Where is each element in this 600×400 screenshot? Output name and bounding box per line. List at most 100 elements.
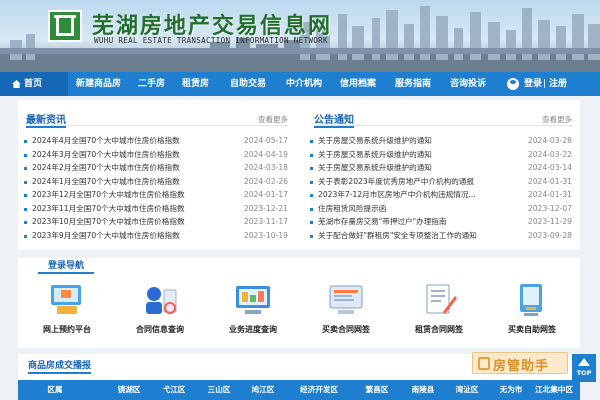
helper-icon [478, 357, 490, 370]
register-link[interactable]: 注册 [549, 72, 567, 96]
trade-column-header: 三山区 [207, 385, 231, 394]
trade-column-header: 鸠江区 [251, 385, 275, 394]
nav-item-service-guide[interactable]: 服务指南 [395, 72, 431, 96]
progress-query-icon [236, 286, 270, 314]
nav-item-agencies[interactable]: 中介机构 [286, 72, 322, 96]
news-row[interactable]: 2024年2月全国70个大中城市住房价格指数 2024-03-18 [24, 161, 288, 175]
news-title[interactable]: 2024年4月全国70个大中城市住房价格指数 [32, 134, 180, 148]
notice-date: 2023-11-29 [527, 217, 572, 226]
guide-item-contract-query[interactable]: 合同信息查询 [115, 280, 205, 344]
notice-title[interactable]: 关于房屋交易系统升级维护的通知 [318, 161, 432, 175]
login-link[interactable]: 登录 [524, 72, 542, 96]
news-title[interactable]: 2024年1月全国70个大中城市住房价格指数 [32, 175, 180, 189]
news-title[interactable]: 2023年12月全国70个大中城市住房价格指数 [32, 188, 185, 202]
login-guide: 登录导航 网上预约平台 合同信息查询 业务进度查询 买卖合同网签 租赁合同网签 … [18, 258, 580, 348]
notice-more-link[interactable]: 查看更多 [542, 114, 572, 125]
notice-section-header: 公告通知 查看更多 [314, 110, 572, 128]
arrow-up-icon [578, 358, 590, 366]
notice-title[interactable]: 2023年7-12月市区房地产中介机构违规情况... [318, 188, 476, 202]
nav-item-label: 首页 [24, 79, 43, 89]
notice-row[interactable]: 关于配合做好"群租房"安全专项整治工作的通知 2023-09-28 [310, 229, 572, 243]
site-logo[interactable] [48, 10, 82, 42]
notice-row[interactable]: 关于房屋交易系统升级维护的通知 2024-03-28 [310, 134, 572, 148]
notice-row[interactable]: 芜湖市存量房交易"带押过户"办理指南 2023-11-29 [310, 215, 572, 229]
notice-row[interactable]: 2023年7-12月市区房地产中介机构违规情况... 2024-01-31 [310, 188, 572, 202]
news-more-link[interactable]: 查看更多 [258, 114, 288, 125]
notice-title[interactable]: 关于房屋交易系统升级维护的通知 [318, 148, 432, 162]
news-date: 2024-05-17 [243, 136, 288, 145]
notice-date: 2024-03-28 [527, 136, 572, 145]
bullet-icon [24, 167, 27, 170]
notice-title[interactable]: 关于房屋交易系统升级维护的通知 [318, 134, 432, 148]
news-row[interactable]: 2023年10月全国70个大中城市住房价格指数 2023-11-17 [24, 215, 288, 229]
guide-label: 租赁合同网签 [415, 325, 463, 334]
header-banner: 芜湖房地产交易信息网 WUHU REAL ESTATE TRANSACTION … [0, 0, 600, 72]
guide-item-self-signing[interactable]: 买卖自助网签 [487, 280, 577, 344]
notice-title[interactable]: 住房租赁风险提示函 [318, 202, 386, 216]
guide-item-progress-query[interactable]: 业务进度查询 [208, 280, 298, 344]
bullet-icon [24, 140, 27, 143]
sale-signing-icon [329, 285, 363, 314]
notice-row[interactable]: 关于房屋交易系统升级维护的通知 2024-03-22 [310, 148, 572, 162]
nav-item-new-homes[interactable]: 新建商品房 [76, 72, 121, 96]
news-row[interactable]: 2023年12月全国70个大中城市住房价格指数 2024-01-17 [24, 188, 288, 202]
back-to-top-button[interactable]: TOP [572, 354, 596, 382]
notice-title[interactable]: 芜湖市存量房交易"带押过户"办理指南 [318, 215, 446, 229]
bullet-icon [310, 180, 313, 184]
nav-item-home[interactable]: 首页 [0, 72, 68, 96]
notice-row[interactable]: 关于表彰2023年度优秀房地产中介机构的通报 2024-01-31 [310, 175, 572, 189]
notice-date: 2023-09-28 [527, 230, 572, 240]
news-row[interactable]: 2024年1月全国70个大中城市住房价格指数 2024-02-26 [24, 175, 288, 189]
housing-helper-button[interactable]: 房管助手 [472, 352, 568, 374]
notice-section-title: 公告通知 [314, 111, 354, 128]
news-date: 2023-11-17 [243, 217, 288, 226]
notice-row[interactable]: 关于房屋交易系统升级维护的通知 2024-03-14 [310, 161, 572, 175]
bullet-icon [310, 207, 313, 211]
nav-item-second-hand[interactable]: 二手房 [138, 72, 165, 96]
news-row[interactable]: 2024年4月全国70个大中城市住房价格指数 2024-05-17 [24, 134, 288, 148]
bullet-icon [310, 194, 313, 197]
news-row[interactable]: 2023年11月全国70个大中城市住房价格指数 2023-12-21 [24, 202, 288, 216]
guide-label: 业务进度查询 [229, 325, 277, 334]
notice-date: 2023-12-07 [527, 203, 572, 213]
guide-title: 登录导航 [38, 258, 95, 274]
guide-item-rental-signing[interactable]: 租赁合同网签 [394, 280, 484, 344]
notice-list: 关于房屋交易系统升级维护的通知 2024-03-28 关于房屋交易系统升级维护的通知… [310, 134, 572, 242]
news-title[interactable]: 2023年11月全国70个大中城市住房价格指数 [32, 202, 185, 216]
nav-item-rental[interactable]: 租赁房 [182, 72, 209, 96]
news-title[interactable]: 2024年2月全国70个大中城市住房价格指数 [32, 161, 180, 175]
nav-item-credit[interactable]: 信用档案 [340, 72, 376, 96]
guide-item-reservation[interactable]: 网上预约平台 [22, 280, 112, 344]
bullet-icon [24, 153, 27, 157]
self-signing-icon [520, 284, 542, 316]
bullet-icon [24, 234, 27, 238]
news-date: 2024-04-19 [243, 149, 288, 159]
notice-date: 2024-01-31 [527, 176, 572, 186]
site-subtitle: WUHU REAL ESTATE TRANSACTION INFORMATION… [94, 36, 328, 45]
user-icon [507, 78, 519, 90]
notice-row[interactable]: 住房租赁风险提示函 2023-12-07 [310, 202, 572, 216]
notice-title[interactable]: 关于配合做好"群租房"安全专项整治工作的通知 [318, 229, 477, 243]
news-row[interactable]: 2024年3月全国70个大中城市住房价格指数 2024-04-19 [24, 148, 288, 162]
notice-title[interactable]: 关于表彰2023年度优秀房地产中介机构的通报 [318, 175, 474, 189]
news-date: 2024-01-17 [243, 190, 288, 199]
nav-item-complaints[interactable]: 咨询投诉 [450, 72, 486, 96]
news-date: 2023-10-19 [243, 230, 288, 240]
nav-item-self-service[interactable]: 自助交易 [230, 72, 266, 96]
trade-column-header: 无为市 [499, 385, 523, 394]
trade-column-header: 繁昌区 [365, 385, 389, 394]
contract-query-icon [146, 287, 177, 314]
news-title[interactable]: 2023年9月全国70个大中城市住房价格指数 [32, 229, 180, 243]
news-title[interactable]: 2024年3月全国70个大中城市住房价格指数 [32, 148, 180, 162]
bullet-icon [24, 194, 27, 197]
news-section-header: 最新资讯 查看更多 [26, 110, 288, 128]
news-row[interactable]: 2023年9月全国70个大中城市住房价格指数 2023-10-19 [24, 229, 288, 243]
news-list: 2024年4月全国70个大中城市住房价格指数 2024-05-17 2024年3月全… [24, 134, 288, 242]
trade-column-header: 江北集中区 [535, 385, 573, 394]
guide-label: 买卖合同网签 [322, 325, 370, 334]
bullet-icon [24, 180, 27, 184]
news-title[interactable]: 2023年10月全国70个大中城市住房价格指数 [32, 215, 185, 229]
guide-item-sale-signing[interactable]: 买卖合同网签 [301, 280, 391, 344]
bullet-icon [310, 153, 313, 157]
back-to-top-label: TOP [576, 369, 592, 377]
